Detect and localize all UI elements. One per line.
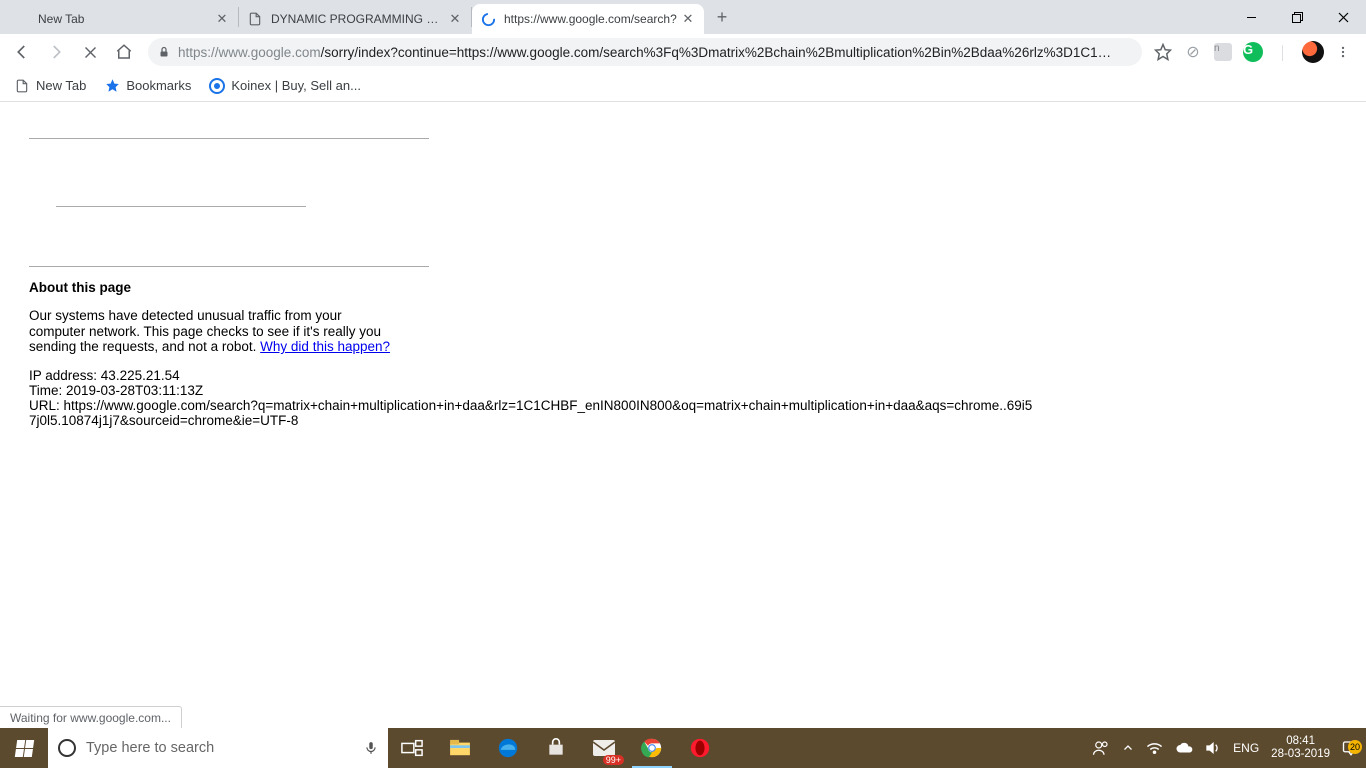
tab-title: New Tab — [38, 12, 214, 26]
page-content: About this page Our systems have detecte… — [0, 102, 1366, 728]
tab-title: DYNAMIC PROGRAMMING UNIT — [271, 12, 447, 26]
clock-date: 28-03-2019 — [1271, 748, 1330, 761]
language-indicator[interactable]: ENG — [1233, 741, 1259, 755]
maximize-button[interactable] — [1274, 0, 1320, 34]
ip-label: IP address: — [29, 368, 101, 383]
horizontal-rule — [56, 206, 306, 207]
tray-expand-icon[interactable] — [1122, 742, 1134, 754]
profile-avatar[interactable] — [1300, 39, 1326, 65]
close-window-button[interactable] — [1320, 0, 1366, 34]
koinex-icon — [209, 78, 225, 94]
star-icon — [104, 78, 120, 94]
store-icon[interactable] — [532, 728, 580, 768]
file-icon — [14, 78, 30, 94]
time-label: Time: — [29, 383, 66, 398]
windows-logo-icon — [14, 740, 33, 757]
horizontal-rule — [29, 266, 429, 267]
tab-new-tab[interactable]: New Tab ✕ — [6, 4, 238, 34]
windows-taskbar: Type here to search 99+ — [0, 728, 1366, 768]
adblock-icon[interactable]: ⊘ — [1180, 39, 1206, 65]
browser-tabstrip: New Tab ✕ DYNAMIC PROGRAMMING UNIT ✕ htt… — [0, 0, 1366, 34]
close-icon[interactable]: ✕ — [680, 11, 696, 27]
search-placeholder: Type here to search — [86, 740, 214, 756]
file-explorer-icon[interactable] — [436, 728, 484, 768]
tabs-container: New Tab ✕ DYNAMIC PROGRAMMING UNIT ✕ htt… — [0, 0, 736, 34]
browser-toolbar: https://www.google.com/sorry/index?conti… — [0, 34, 1366, 70]
extension-divider: │ — [1270, 39, 1296, 65]
mic-icon[interactable] — [364, 739, 378, 757]
loading-icon — [480, 11, 496, 27]
url-host: https://www.google.com — [178, 45, 321, 60]
cortana-icon — [58, 739, 76, 757]
request-info-block: IP address: 43.225.21.54 Time: 2019-03-2… — [29, 368, 1039, 428]
clock-time: 08:41 — [1271, 735, 1330, 748]
mail-icon[interactable]: 99+ — [580, 728, 628, 768]
blank-tab-icon — [14, 11, 30, 27]
url-path: /sorry/index?continue=https://www.google… — [321, 45, 1112, 60]
mail-badge: 99+ — [603, 755, 624, 765]
people-icon[interactable] — [1092, 739, 1110, 757]
status-bar: Waiting for www.google.com... — [0, 706, 182, 728]
chrome-menu-button[interactable] — [1330, 39, 1356, 65]
wifi-icon[interactable] — [1146, 741, 1163, 755]
start-button[interactable] — [0, 728, 48, 768]
window-controls — [1228, 0, 1366, 34]
bookmark-star-icon[interactable] — [1150, 39, 1176, 65]
system-tray: ENG 08:41 28-03-2019 20 — [1086, 728, 1366, 768]
about-heading: About this page — [29, 280, 131, 295]
tab-google-search[interactable]: https://www.google.com/search? ✕ — [472, 4, 704, 34]
notification-badge: 20 — [1348, 740, 1362, 754]
home-button[interactable] — [108, 36, 140, 68]
file-icon — [247, 11, 263, 27]
new-tab-button[interactable]: + — [708, 3, 736, 31]
url-value: https://www.google.com/search?q=matrix+c… — [29, 398, 1032, 428]
taskbar-apps: 99+ — [388, 728, 724, 768]
time-value: 2019-03-28T03:11:13Z — [66, 383, 203, 398]
bookmark-label: Koinex | Buy, Sell an... — [231, 78, 361, 93]
back-button[interactable] — [6, 36, 38, 68]
address-bar[interactable]: https://www.google.com/sorry/index?conti… — [148, 38, 1142, 66]
action-center-icon[interactable]: 20 — [1342, 740, 1360, 756]
edge-icon[interactable] — [484, 728, 532, 768]
bookmark-bookmarks[interactable]: Bookmarks — [104, 78, 191, 94]
grammarly-icon[interactable]: G — [1240, 39, 1266, 65]
bookmarks-bar: New Tab Bookmarks Koinex | Buy, Sell an.… — [0, 70, 1366, 102]
task-view-button[interactable] — [388, 728, 436, 768]
lock-icon — [158, 45, 170, 59]
tab-dynamic-programming[interactable]: DYNAMIC PROGRAMMING UNIT ✕ — [239, 4, 471, 34]
tab-title: https://www.google.com/search? — [504, 12, 680, 26]
bookmark-label: New Tab — [36, 78, 86, 93]
stop-button[interactable] — [74, 36, 106, 68]
bookmark-koinex[interactable]: Koinex | Buy, Sell an... — [209, 78, 361, 94]
volume-icon[interactable] — [1205, 741, 1221, 755]
status-text: Waiting for www.google.com... — [10, 711, 171, 725]
horizontal-rule — [29, 138, 429, 139]
taskbar-search[interactable]: Type here to search — [48, 728, 388, 768]
opera-icon[interactable] — [676, 728, 724, 768]
ip-value: 43.225.21.54 — [101, 368, 180, 383]
onedrive-icon[interactable] — [1175, 742, 1193, 754]
about-paragraph: Our systems have detected unusual traffi… — [29, 308, 399, 355]
why-link[interactable]: Why did this happen? — [260, 339, 390, 354]
close-icon[interactable]: ✕ — [447, 11, 463, 27]
toolbar-right-icons: ⊘ n G │ — [1150, 39, 1360, 65]
minimize-button[interactable] — [1228, 0, 1274, 34]
close-icon[interactable]: ✕ — [214, 11, 230, 27]
url-label: URL: — [29, 398, 64, 413]
bookmark-new-tab[interactable]: New Tab — [14, 78, 86, 94]
extension-n-icon[interactable]: n — [1210, 39, 1236, 65]
chrome-icon[interactable] — [628, 728, 676, 768]
bookmark-label: Bookmarks — [126, 78, 191, 93]
taskbar-clock[interactable]: 08:41 28-03-2019 — [1271, 735, 1330, 760]
forward-button[interactable] — [40, 36, 72, 68]
